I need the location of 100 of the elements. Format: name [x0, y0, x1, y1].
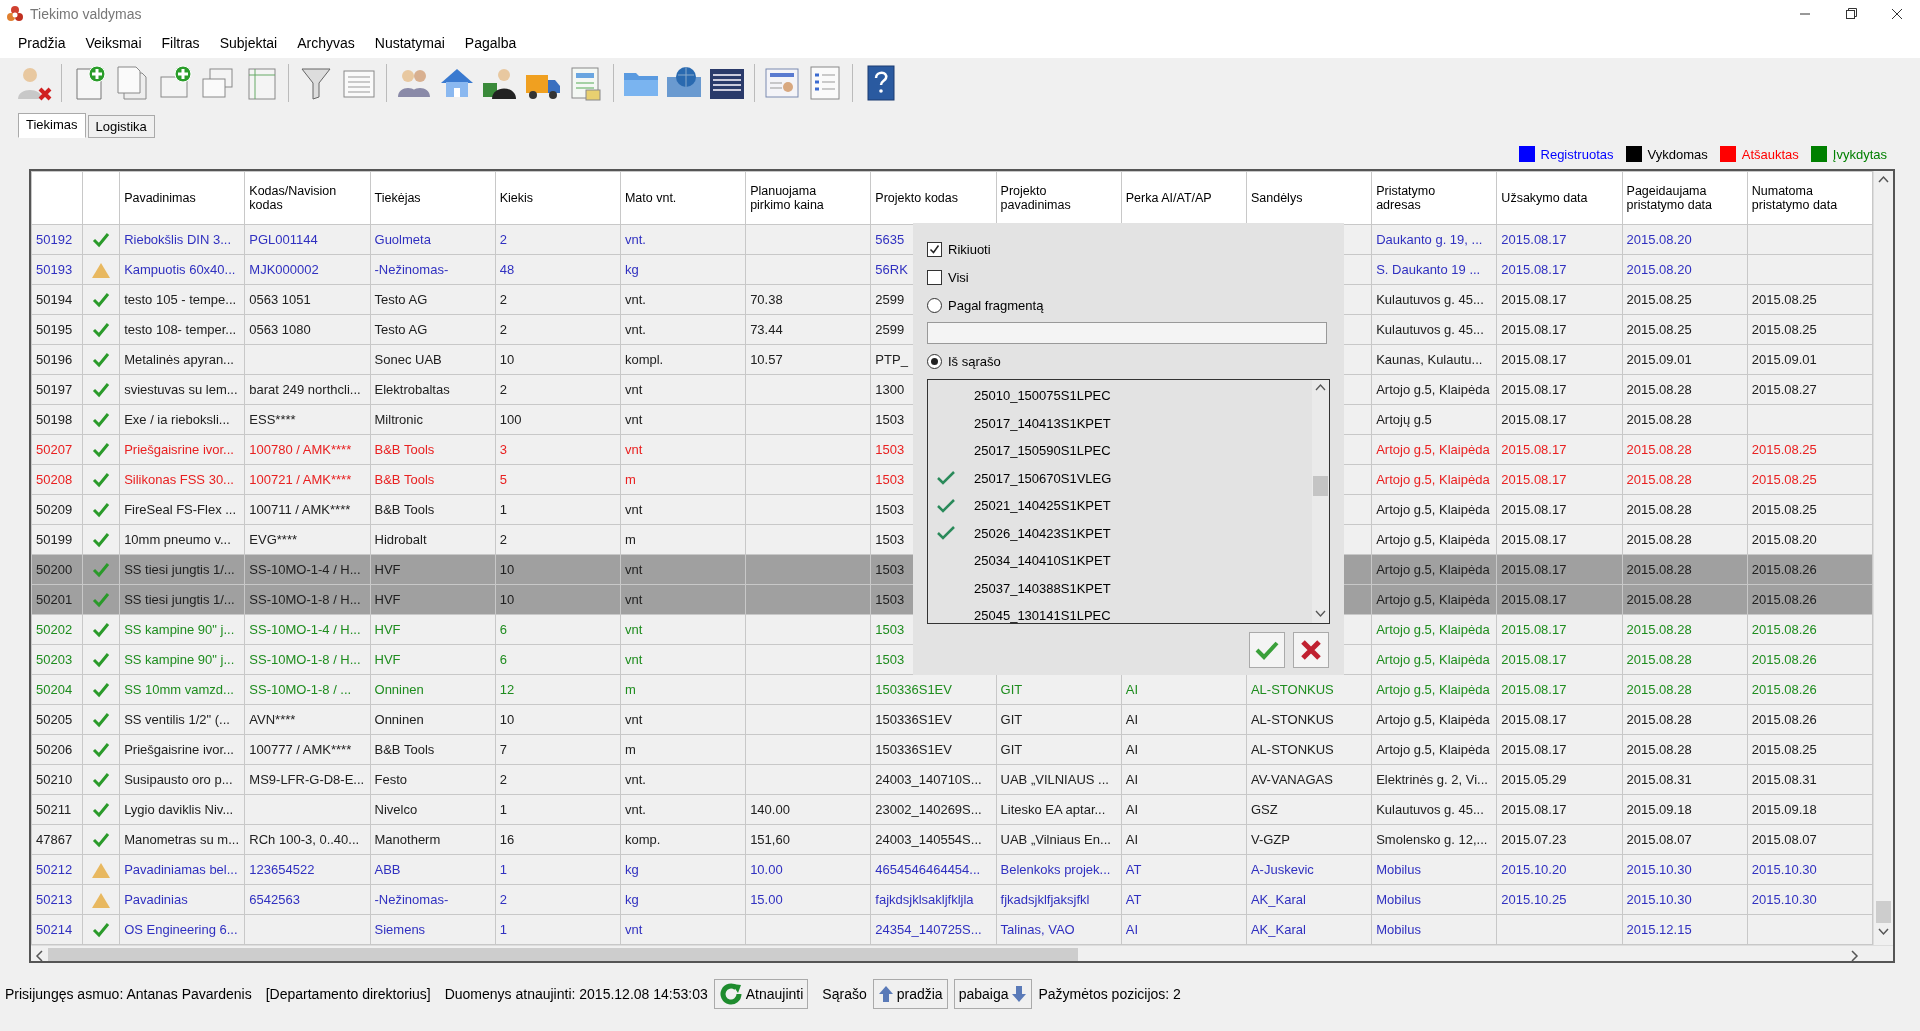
- table-cell: 6542563: [244, 884, 371, 915]
- table-cell: UAB „Vilniaus En...: [996, 824, 1122, 855]
- column-header[interactable]: Perka AI/AT/AP: [1125, 191, 1212, 205]
- table-row[interactable]: 50211 Lygio daviklis Niv... Nivelco 1 vnt. 140.00 23002_140269S... Litesko EA aptar... AI GSZ Kulautuvos g. 45... 2015.08.17 2015.09.18 2015.09.18: [31, 794, 1873, 825]
- table-cell: RCh 100-3, 0..40...: [244, 824, 371, 855]
- table-cell: 2015.08.25: [1622, 314, 1748, 345]
- table-cell: 4654546464454...: [870, 854, 997, 885]
- table-cell: 50192: [31, 224, 83, 255]
- table-cell: vnt.: [620, 224, 746, 255]
- table-row[interactable]: 50206 Priešgaisrine ivor... 100777 / AMK**** B&B Tools 7 m 150336S1EV GIT AI AL-STONKUS Artojo g.5, Klaipėda 2015.08.17 2015.08.28 2015.08.25: [31, 734, 1873, 765]
- menu-item[interactable]: Filtras: [151, 31, 210, 55]
- table-cell: 50193: [31, 254, 83, 285]
- table-cell: 50198: [31, 404, 83, 435]
- table-cell: AK_Karal: [1246, 884, 1372, 915]
- table-cell: SS-10MO-1-4 / H...: [244, 554, 371, 585]
- window-title: Tiekimo valdymas: [30, 6, 143, 22]
- table-cell: 2015.09.01: [1747, 344, 1873, 375]
- tab[interactable]: Logistika: [87, 115, 155, 138]
- table-row[interactable]: 50204 SS 10mm vamzd... SS-10MO-1-8 / ... Onninen 12 m 150336S1EV GIT AI AL-STONKUS Artojo g.5, Klaipėda 2015.08.17 2015.08.28 2015.08.26: [31, 674, 1873, 705]
- checkbox-label[interactable]: Rikiuoti: [948, 241, 991, 257]
- table-cell: Kulautuvos g. 45...: [1371, 314, 1497, 345]
- column-header[interactable]: Pavadinimas: [124, 191, 196, 205]
- table-cell: 2015.07.23: [1496, 824, 1623, 855]
- table-cell: Smolensko g. 12,...: [1371, 824, 1497, 855]
- start-button[interactable]: pradžia: [872, 979, 948, 1009]
- table-cell: S. Daukanto 19 ...: [1371, 254, 1497, 285]
- table-cell: 0563 1080: [244, 314, 371, 345]
- column-header[interactable]: Projekto kodas: [875, 191, 959, 205]
- table-row[interactable]: 50213 Pavadinias 6542563 -Nežinomas- 2 kg 15.00 fajkdsjklsakljfkljla fjkadsjklfjaksjfkl AT AK_Karal Mobilus 2015.10.25 2015.10.30 2015.10.30: [31, 884, 1873, 915]
- table-cell: 24003_140554S...: [870, 824, 997, 855]
- table-cell: Artojo g.5, Klaipėda: [1371, 434, 1497, 465]
- table-cell: 50200: [31, 554, 83, 585]
- table-cell: 50196: [31, 344, 83, 375]
- table-cell: komp.: [620, 824, 746, 855]
- table-cell: 2: [495, 524, 621, 555]
- table-cell: 2015.08.28: [1622, 464, 1748, 495]
- table-cell: 2015.08.17: [1496, 614, 1623, 645]
- column-header[interactable]: Mato vnt.: [624, 191, 677, 205]
- table-cell: Susipausto oro p...: [119, 764, 245, 795]
- table-cell: kg: [620, 254, 746, 285]
- table-cell: Artojo g.5, Klaipėda: [1371, 554, 1497, 585]
- table-cell: barat 249 northcli...: [244, 374, 371, 405]
- table-cell: Artojo g.5, Klaipėda: [1371, 524, 1497, 555]
- table-cell: vnt: [620, 434, 746, 465]
- menu-item[interactable]: Pradžia: [8, 31, 76, 55]
- menu-item[interactable]: Pagalba: [454, 31, 527, 55]
- table-cell: 1: [495, 914, 621, 945]
- table-cell: 2015.08.17: [1496, 494, 1623, 525]
- table-cell: AI: [1121, 914, 1247, 945]
- table-cell: SS-10MO-1-8 / H...: [244, 584, 371, 615]
- table-cell: SS kampine 90" j...: [119, 644, 245, 675]
- table-cell: FireSeal FS-Flex ...: [119, 494, 245, 525]
- table-cell: 2015.08.25: [1747, 314, 1873, 345]
- menu-item[interactable]: Veiksmai: [75, 31, 152, 55]
- table-cell: MS9-LFR-G-D8-E...: [244, 764, 371, 795]
- table-cell: 150336S1EV: [870, 704, 997, 735]
- checkbox-label[interactable]: Visi: [948, 269, 969, 285]
- table-cell: 2015.08.28: [1622, 614, 1748, 645]
- table-cell: 2015.08.20: [1747, 524, 1873, 555]
- table-row[interactable]: 50205 SS ventilis 1/2" (... AVN**** Onninen 10 vnt 150336S1EV GIT AI AL-STONKUS Artojo g.5, Klaipėda 2015.08.17 2015.08.28 2015.08.26: [31, 704, 1873, 735]
- table-cell: B&B Tools: [370, 734, 496, 765]
- table-cell: Guolmeta: [370, 224, 496, 255]
- table-cell: 2015.08.17: [1496, 344, 1623, 375]
- table-cell: 15.00: [745, 884, 871, 915]
- table-row[interactable]: 50212 Pavadiniamas bel... 123654522 ABB 1 kg 10.00 4654546464454... Belenkoks projek... AT A-Juskevic Mobilus 2015.10.20 2015.10.30 2015.10.30: [31, 854, 1873, 885]
- table-cell: 2015.10.30: [1622, 884, 1748, 915]
- table-cell: 2015.05.29: [1496, 764, 1623, 795]
- table-cell: 50213: [31, 884, 83, 915]
- menu-item[interactable]: Archyvas: [287, 31, 365, 55]
- column-header[interactable]: Kiekis: [499, 191, 534, 205]
- table-cell: GIT: [996, 704, 1122, 735]
- table-cell: 73.44: [745, 314, 871, 345]
- refresh-button[interactable]: Atnaujinti: [713, 979, 809, 1009]
- table-cell: 2015.08.25: [1747, 734, 1873, 765]
- table-cell: m: [620, 524, 746, 555]
- table-cell: Artojo g.5, Klaipėda: [1371, 704, 1497, 735]
- list-label: Sąrašo: [822, 986, 867, 1002]
- table-row[interactable]: 50210 Susipausto oro p... MS9-LFR-G-D8-E... Festo 2 vnt. 24003_140710S... UAB „VILNIAUS ... AI AV-VANAGAS Elektrinės g. 2, Vi... 2015.05.29 2015.08.31 2015.08.31: [31, 764, 1873, 795]
- table-cell: 1: [495, 854, 621, 885]
- list-box[interactable]: 25010_150075S1LPEC 25017_140413S1KPET 25017_150590S1LPEC 25017_150670S1VLEG 25021_140425S1KPET 25026_140423S1KPET 25034_140410S1KPET 25037_140388S1KPET 25045_130141S1LPEC: [927, 379, 1330, 624]
- tab[interactable]: Tiekimas: [18, 113, 86, 138]
- column-header[interactable]: Užsakymo data: [1501, 191, 1588, 205]
- end-button[interactable]: pabaiga: [953, 979, 1033, 1009]
- column-header[interactable]: Sandėlys: [1250, 191, 1303, 205]
- table-cell: Metalinės apyran...: [119, 344, 245, 375]
- menu-item[interactable]: Nustatymai: [364, 31, 455, 55]
- menu-item[interactable]: Subjektai: [209, 31, 288, 55]
- table-cell: 2015.08.25: [1747, 494, 1873, 525]
- table-cell: Artojo g.5, Klaipėda: [1371, 584, 1497, 615]
- table-cell: 2015.08.07: [1622, 824, 1748, 855]
- table-row[interactable]: 50214 OS Engineering 6... Siemens 1 vnt 24354_140725S... Talinas, VAO AI AK_Karal Mobilus 2015.12.15: [31, 914, 1873, 945]
- table-cell: V-GZP: [1246, 824, 1372, 855]
- table-row[interactable]: 47867 Manometras su m... RCh 100-3, 0..40... Manotherm 16 komp. 151,60 24003_140554S... UAB „Vilniaus En... AI V-GZP Smolensko g. 12,... 2015.07.23 2015.08.07 2015.08.07: [31, 824, 1873, 855]
- column-header[interactable]: Tiekėjas: [374, 191, 421, 205]
- table-cell: 2015.08.28: [1622, 554, 1748, 585]
- table-cell: 24354_140725S...: [870, 914, 997, 945]
- table-cell: 70.38: [745, 284, 871, 315]
- table-cell: Artojo g.5, Klaipėda: [1371, 494, 1497, 525]
- table-cell: m: [620, 674, 746, 705]
- table-cell: sviestuvas su lem...: [119, 374, 245, 405]
